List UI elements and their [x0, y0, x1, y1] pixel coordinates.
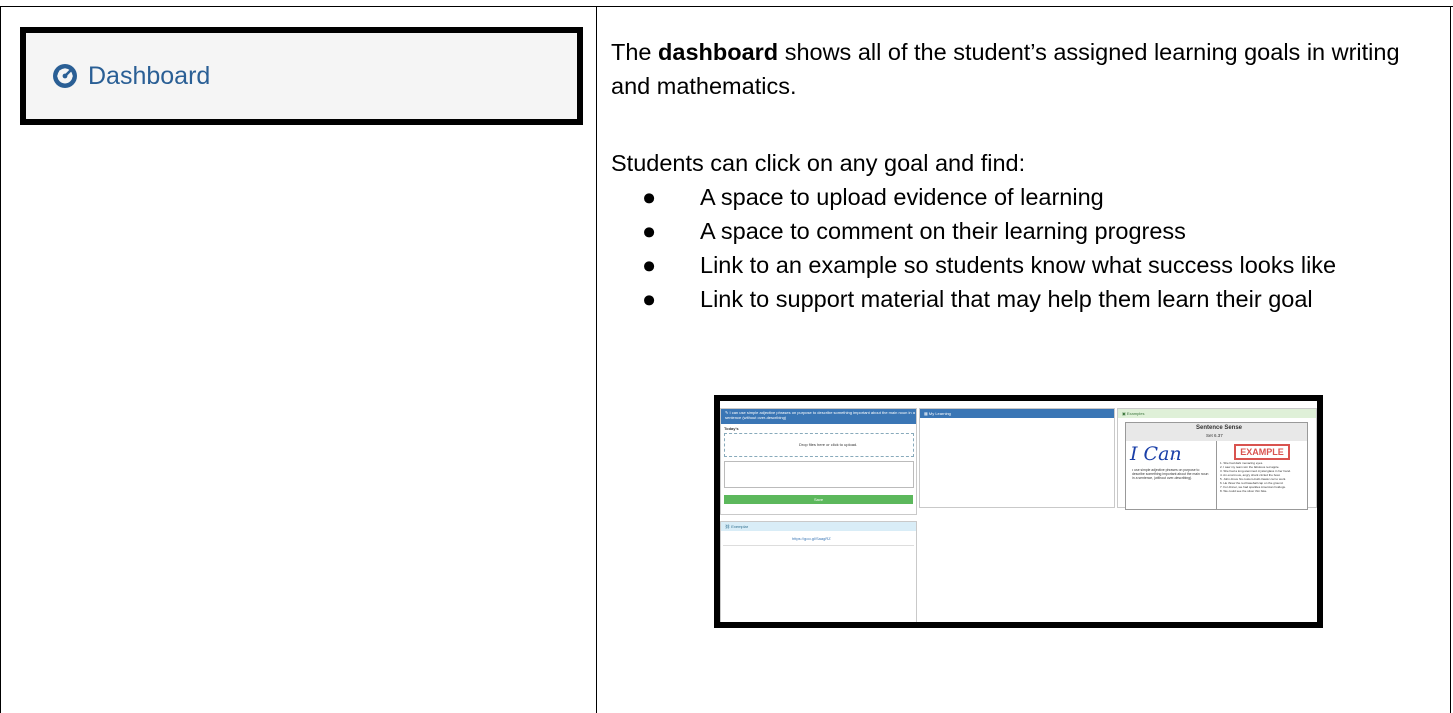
list-item-text: Link to an example so students know what…	[700, 252, 1337, 278]
table-column-divider	[596, 6, 597, 713]
features-intro: Students can click on any goal and find:	[611, 150, 1026, 176]
goal-page-screenshot: ✎ I can use simple adjective phrases on …	[714, 395, 1323, 628]
table-top-border	[0, 6, 1453, 7]
list-item-text: A space to comment on their learning pro…	[700, 218, 1186, 244]
list-item: ● A space to upload evidence of learning	[642, 180, 1422, 214]
exemplar-title: Exemplar	[731, 524, 749, 529]
bullet-icon: ●	[642, 252, 657, 278]
card-header: Sentence Sense Set 6.37	[1126, 423, 1307, 441]
dropzone-text: Drop files here or click to upload.	[799, 442, 858, 447]
my-learning-title: My Learning	[928, 411, 951, 416]
list-item-text: Link to support material that may help t…	[700, 286, 1313, 312]
my-learning-panel: ▦ My Learning	[919, 408, 1115, 508]
goal-panel: ✎ I can use simple adjective phrases on …	[720, 408, 917, 515]
goal-panel-header: ✎ I can use simple adjective phrases on …	[721, 409, 916, 424]
dashboard-menu-item[interactable]: Dashboard	[52, 33, 210, 119]
i-can-heading: I Can	[1130, 443, 1182, 465]
goal-title: I can use simple adjective phrases on pu…	[725, 410, 915, 420]
comment-textarea[interactable]	[724, 461, 914, 488]
save-button[interactable]: Save	[724, 495, 913, 504]
example-card[interactable]: Sentence Sense Set 6.37 I Can ... • use …	[1125, 422, 1308, 510]
dashboard-description: The dashboard shows all of the student’s…	[611, 35, 1431, 103]
card-bullet-text: use simple adjective phrases on purpose …	[1132, 468, 1209, 480]
card-divider	[1216, 441, 1217, 509]
exemplar-link[interactable]: https://goo.gl/SaagRZ	[792, 536, 831, 541]
table-right-border	[1450, 6, 1451, 713]
exemplar-divider	[723, 545, 914, 546]
table-left-border	[0, 6, 1, 713]
list-item-text: A space to upload evidence of learning	[700, 184, 1104, 210]
examples-panel: ▣ Examples Sentence Sense Set 6.37 I Can…	[1117, 408, 1317, 510]
dashboard-label: Dashboard	[88, 61, 211, 90]
card-bullet: • use simple adjective phrases on purpos…	[1132, 468, 1209, 480]
my-learning-header: ▦ My Learning	[920, 409, 1114, 418]
list-item: ● Link to support material that may help …	[642, 282, 1422, 316]
description-bold-term: dashboard	[658, 39, 779, 65]
exemplar-panel: ⛓ Exemplar https://goo.gl/SaagRZ	[720, 521, 917, 622]
i-can-ellipsis: ...	[1170, 455, 1176, 461]
upload-dropzone[interactable]: Drop files here or click to upload.	[724, 433, 914, 457]
list-item: ● A space to comment on their learning pr…	[642, 214, 1422, 248]
examples-header: ▣ Examples	[1118, 409, 1316, 418]
bullet-icon: ●	[642, 184, 657, 210]
card-title: Sentence Sense	[1196, 425, 1243, 431]
example-line: 8. We could see the silver thin bike.	[1220, 489, 1268, 493]
example-stamp: EXAMPLE	[1234, 444, 1290, 460]
description-prefix: The	[611, 39, 659, 65]
example-lines: 1. She had dark menacing eyes. 2. I saw …	[1220, 461, 1304, 493]
bullet-icon: ●	[642, 286, 657, 312]
features-list: ● A space to upload evidence of learning …	[642, 180, 1422, 316]
bullet-icon: ●	[642, 218, 657, 244]
exemplar-panel-header: ⛓ Exemplar	[721, 522, 916, 531]
card-subtitle: Set 6.37	[1206, 433, 1223, 438]
today-label: Today's	[724, 426, 739, 431]
examples-title: Examples	[1126, 411, 1145, 416]
list-item: ● Link to an example so students know wha…	[642, 248, 1422, 282]
dashboard-gauge-icon	[53, 64, 77, 88]
dashboard-menu-screenshot: Dashboard	[20, 27, 583, 125]
